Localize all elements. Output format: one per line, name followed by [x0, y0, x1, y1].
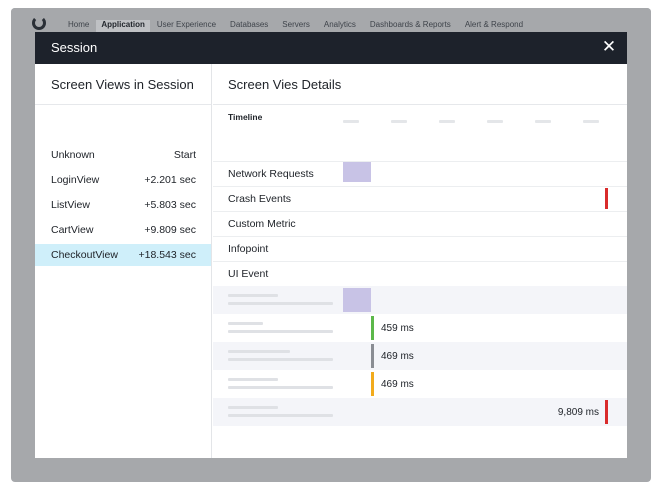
screen-view-time: +5.803 sec	[144, 199, 196, 211]
placeholder-line	[228, 358, 333, 361]
placeholder-line	[228, 330, 333, 333]
nav-item-servers[interactable]: Servers	[275, 20, 317, 32]
screen-view-name: CartView	[51, 224, 94, 236]
placeholder-line	[228, 294, 278, 297]
placeholder-line	[228, 378, 278, 381]
nav-item-alert-respond[interactable]: Alert & Respond	[458, 20, 530, 32]
placeholder-line	[228, 414, 333, 417]
app-logo-icon[interactable]	[32, 16, 46, 30]
screen-views-title: Screen Views in Session	[51, 77, 194, 92]
event-marker-gray[interactable]	[371, 344, 374, 368]
placeholder-line	[228, 386, 333, 389]
divider	[213, 104, 627, 105]
screen-view-details-panel: Screen Vies Details Timeline Network Req…	[213, 64, 627, 458]
duration-label: 469 ms	[381, 379, 414, 390]
row-label: UI Event	[228, 268, 269, 280]
screen-view-time: Start	[173, 149, 196, 161]
timeline-tick	[583, 120, 599, 123]
detail-row[interactable]: 469 ms	[213, 370, 627, 398]
event-marker-green[interactable]	[371, 316, 374, 340]
screen-view-item[interactable]: CartView +9.809 sec	[35, 219, 211, 241]
row-label: Custom Metric	[228, 218, 296, 230]
modal-title: Session	[51, 40, 98, 55]
screen-view-item[interactable]: Unknown Start	[35, 144, 211, 166]
screen-view-name: CheckoutView	[51, 249, 118, 261]
nav-item-application[interactable]: Application	[96, 20, 150, 32]
timeline-row-infopoint[interactable]: Infopoint	[213, 236, 627, 261]
modal-header: Session ✕	[35, 32, 627, 64]
duration-label: 9,809 ms	[557, 407, 599, 418]
top-navigation: Home Application User Experience Databas…	[11, 8, 651, 32]
nav-item-dashboards-reports[interactable]: Dashboards & Reports	[363, 20, 458, 32]
screen-view-time: +18.543 sec	[138, 249, 196, 261]
divider	[35, 104, 211, 105]
timeline-row-custom-metric[interactable]: Custom Metric	[213, 211, 627, 236]
screen-view-name: ListView	[51, 199, 90, 211]
screen-view-item[interactable]: ListView +5.803 sec	[35, 194, 211, 216]
placeholder-line	[228, 322, 263, 325]
close-icon[interactable]: ✕	[601, 39, 617, 56]
detail-row[interactable]: 9,809 ms	[213, 398, 627, 426]
timeline-row-network-requests[interactable]: Network Requests	[213, 161, 627, 186]
row-label: Network Requests	[228, 168, 314, 180]
detail-row[interactable]: 459 ms	[213, 314, 627, 342]
duration-label: 469 ms	[381, 351, 414, 362]
detail-row[interactable]	[213, 286, 627, 314]
timeline-tick	[391, 120, 407, 123]
screen-view-time: +2.201 sec	[144, 174, 196, 186]
screen-view-time: +9.809 sec	[144, 224, 196, 236]
network-request-bar[interactable]	[343, 162, 371, 182]
timeline-row-ui-event[interactable]: UI Event	[213, 261, 627, 286]
row-label: Crash Events	[228, 193, 292, 205]
timeline-row-crash-events[interactable]: Crash Events	[213, 186, 627, 211]
placeholder-line	[228, 302, 333, 305]
nav-item-databases[interactable]: Databases	[223, 20, 275, 32]
nav-items: Home Application User Experience Databas…	[61, 20, 530, 32]
screen-view-name: LoginView	[51, 174, 100, 186]
nav-item-analytics[interactable]: Analytics	[317, 20, 363, 32]
timeline-tick	[343, 120, 359, 123]
session-modal: Session ✕ Screen Views in Session Unknow…	[35, 32, 627, 458]
row-label: Infopoint	[228, 243, 269, 255]
screen-views-panel: Screen Views in Session Unknown Start Lo…	[35, 64, 212, 458]
screen-view-name: Unknown	[51, 149, 95, 161]
duration-label: 459 ms	[381, 323, 414, 334]
details-title: Screen Vies Details	[228, 77, 342, 92]
placeholder-line	[228, 350, 290, 353]
placeholder-line	[228, 406, 278, 409]
crash-event-marker[interactable]	[605, 188, 608, 209]
timeline-tick	[535, 120, 551, 123]
nav-item-home[interactable]: Home	[61, 20, 96, 32]
timeline-header: Timeline	[228, 112, 263, 122]
timeline-tick	[487, 120, 503, 123]
crash-event-marker[interactable]	[605, 400, 608, 424]
network-request-bar[interactable]	[343, 288, 371, 312]
timeline-tick	[439, 120, 455, 123]
nav-item-user-experience[interactable]: User Experience	[150, 20, 223, 32]
screen-view-item-selected[interactable]: CheckoutView +18.543 sec	[35, 244, 211, 266]
screen-view-item[interactable]: LoginView +2.201 sec	[35, 169, 211, 191]
event-marker-amber[interactable]	[371, 372, 374, 396]
detail-row[interactable]: 469 ms	[213, 342, 627, 370]
